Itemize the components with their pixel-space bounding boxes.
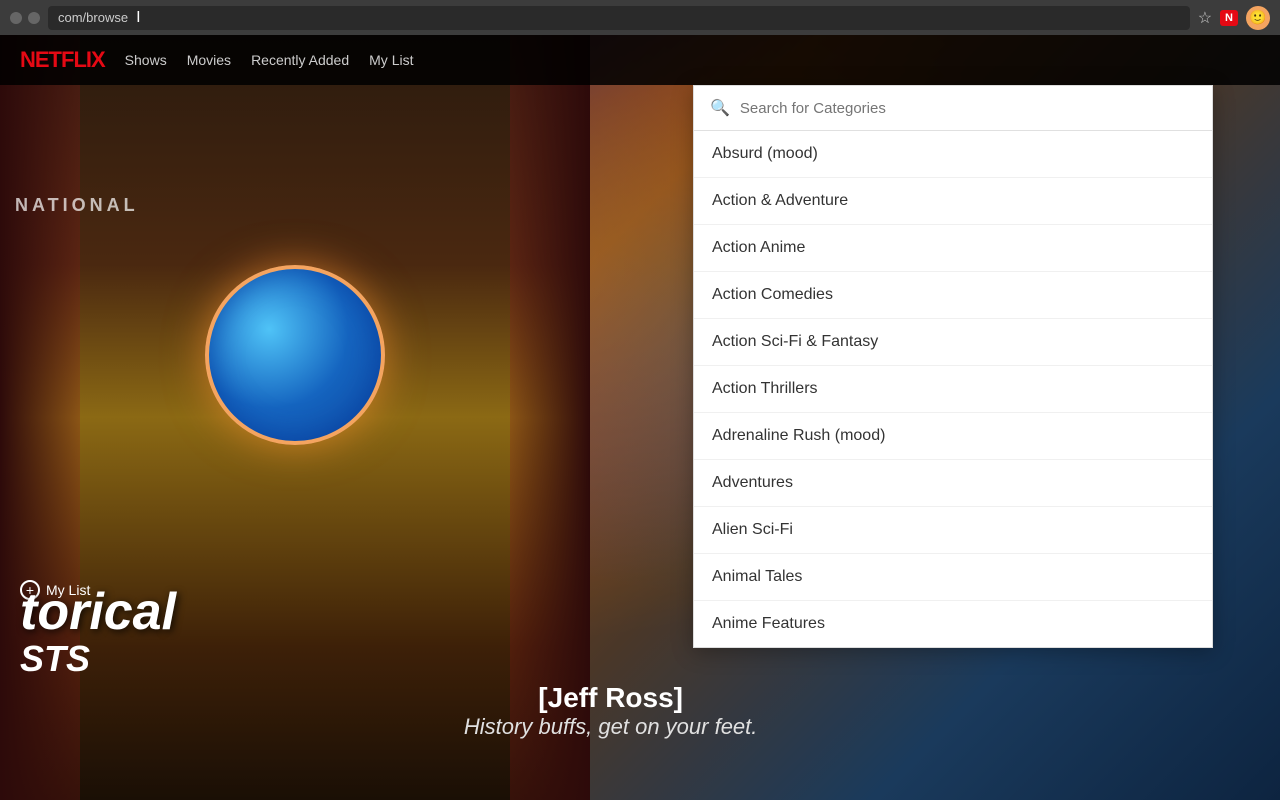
- nav-item-movies[interactable]: Movies: [187, 52, 231, 68]
- speaker-label: [Jeff Ross]: [464, 682, 757, 714]
- category-item[interactable]: Action Sci-Fi & Fantasy: [694, 319, 1212, 366]
- category-item[interactable]: Animal Tales: [694, 554, 1212, 601]
- category-item[interactable]: Action Anime: [694, 225, 1212, 272]
- bookmark-icon[interactable]: ☆: [1198, 8, 1212, 28]
- show-title: torical STS: [20, 586, 176, 680]
- nav-item-my-list[interactable]: My List: [369, 52, 413, 68]
- url-text: com/browse: [58, 10, 128, 25]
- category-item[interactable]: Alien Sci-Fi: [694, 507, 1212, 554]
- maximize-button[interactable]: [28, 12, 40, 24]
- show-name-line2: STS: [20, 638, 176, 680]
- category-item[interactable]: Action Comedies: [694, 272, 1212, 319]
- minimize-button[interactable]: [10, 12, 22, 24]
- category-item[interactable]: Action Thrillers: [694, 366, 1212, 413]
- search-input[interactable]: [740, 100, 1196, 117]
- quote-text: History buffs, get on your feet.: [464, 714, 757, 740]
- search-bar: 🔍: [694, 86, 1212, 131]
- stage-globe: [205, 265, 385, 445]
- category-list[interactable]: Absurd (mood)Action & AdventureAction An…: [694, 131, 1212, 647]
- netflix-logo: NETFLIX: [20, 47, 105, 73]
- subtitle-area: [Jeff Ross] History buffs, get on your f…: [464, 682, 757, 740]
- national-label: NATIONAL: [15, 195, 139, 216]
- category-item[interactable]: Action & Adventure: [694, 178, 1212, 225]
- browser-icons: ☆ N 🙂: [1198, 6, 1270, 30]
- show-name-line1: torical: [20, 586, 176, 638]
- category-item[interactable]: Adventures: [694, 460, 1212, 507]
- browser-chrome: com/browse I ☆ N 🙂: [0, 0, 1280, 35]
- category-item[interactable]: Adrenaline Rush (mood): [694, 413, 1212, 460]
- category-item[interactable]: Anime Features: [694, 601, 1212, 647]
- curtain-left: [0, 35, 80, 800]
- address-bar[interactable]: com/browse I: [48, 6, 1190, 30]
- netflix-icon: N: [1220, 10, 1238, 26]
- netflix-nav: NETFLIX Shows Movies Recently Added My L…: [0, 35, 1280, 85]
- category-item[interactable]: Absurd (mood): [694, 131, 1212, 178]
- cursor: I: [136, 9, 140, 27]
- nav-item-shows[interactable]: Shows: [125, 52, 167, 68]
- user-avatar[interactable]: 🙂: [1246, 6, 1270, 30]
- nav-item-recently-added[interactable]: Recently Added: [251, 52, 349, 68]
- browser-controls: [10, 12, 40, 24]
- search-icon: 🔍: [710, 98, 730, 118]
- category-dropdown: 🔍 Absurd (mood)Action & AdventureAction …: [693, 85, 1213, 648]
